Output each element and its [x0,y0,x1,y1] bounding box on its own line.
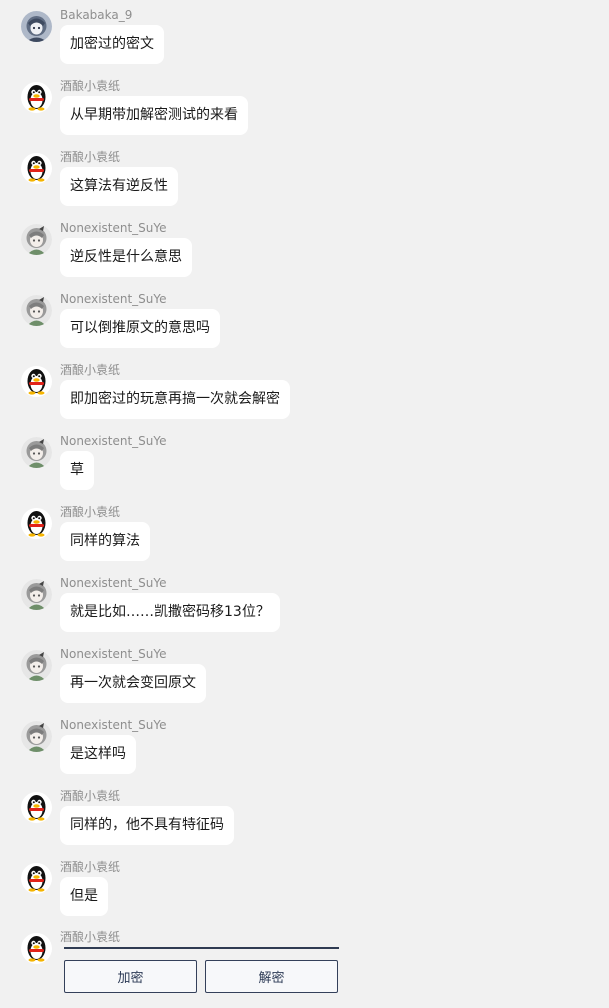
message-bubble: 再一次就会变回原文 [60,664,206,703]
qq-penguin-icon[interactable] [21,863,52,894]
sender-name: 酒酿小袁纸 [60,363,121,377]
anime-avatar-icon[interactable] [21,11,52,42]
sender-name: Nonexistent_SuYe [60,718,167,732]
sender-name: Nonexistent_SuYe [60,221,167,235]
sender-name: 酒酿小袁纸 [60,79,121,93]
message-bubble: 是这样吗 [60,735,136,774]
sender-name: 酒酿小袁纸 [60,505,121,519]
message-bubble: 可以倒推原文的意思吗 [60,309,220,348]
sender-name: Nonexistent_SuYe [60,576,167,590]
sender-name: 酒酿小袁纸 [60,930,121,944]
sender-name: Nonexistent_SuYe [60,292,167,306]
sender-name: Nonexistent_SuYe [60,434,167,448]
sender-name: Bakabaka_9 [60,8,133,22]
gray-anime-avatar-icon[interactable] [21,295,52,326]
qq-penguin-icon[interactable] [21,792,52,823]
qq-penguin-icon[interactable] [21,508,52,539]
message-bubble: 草 [60,451,94,490]
decrypt-button[interactable]: 解密 [205,960,338,993]
gray-anime-avatar-icon[interactable] [21,721,52,752]
message-bubble: 即加密过的玩意再搞一次就会解密 [60,380,290,419]
qq-penguin-icon[interactable] [21,366,52,397]
message-bubble: 逆反性是什么意思 [60,238,192,277]
qq-penguin-icon[interactable] [21,153,52,184]
sender-name: 酒酿小袁纸 [60,860,121,874]
sender-name: 酒酿小袁纸 [60,150,121,164]
message-bubble: 就是比如……凯撒密码移13位？ [60,593,280,632]
sender-name: 酒酿小袁纸 [60,789,121,803]
message-bubble: 同样的，他不具有特征码 [60,806,234,845]
message-bubble: 同样的算法 [60,522,150,561]
message-bubble: 但是 [60,877,108,916]
gray-anime-avatar-icon[interactable] [21,437,52,468]
qq-penguin-icon[interactable] [21,82,52,113]
sender-name: Nonexistent_SuYe [60,647,167,661]
message-input-line[interactable] [64,947,339,949]
message-bubble: 加密过的密文 [60,25,164,64]
qq-penguin-icon[interactable] [21,933,52,964]
message-bubble: 从早期带加解密测试的来看 [60,96,248,135]
message-bubble: 这算法有逆反性 [60,167,178,206]
gray-anime-avatar-icon[interactable] [21,579,52,610]
encrypt-button[interactable]: 加密 [64,960,197,993]
gray-anime-avatar-icon[interactable] [21,650,52,681]
gray-anime-avatar-icon[interactable] [21,224,52,255]
